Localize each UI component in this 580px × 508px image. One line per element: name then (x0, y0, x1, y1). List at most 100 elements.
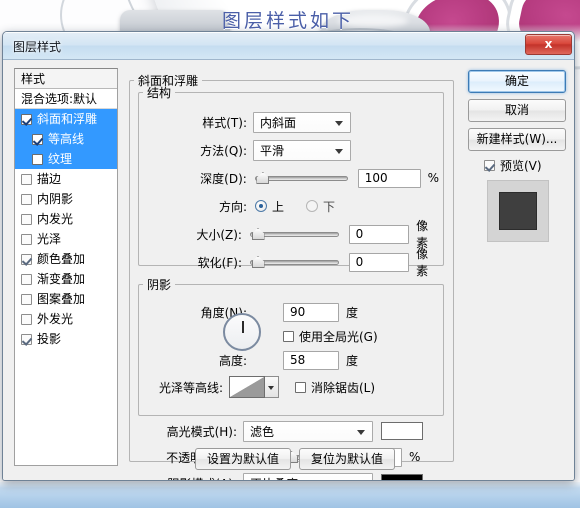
style-select[interactable]: 内斜面 (253, 111, 351, 133)
sidebar-item-label: 图案叠加 (37, 292, 86, 306)
checkbox-anti-alias-icon (295, 381, 306, 393)
desktop-bottom-strip (0, 482, 580, 508)
checkbox-effect-0-icon[interactable] (21, 113, 32, 125)
checkbox-effect-8-icon[interactable] (21, 273, 32, 285)
sidebar-item-8[interactable]: 渐变叠加 (15, 269, 117, 289)
checkbox-effect-9-icon[interactable] (21, 293, 32, 305)
dialog-title: 图层样式 (13, 40, 62, 54)
checkbox-effect-7-icon[interactable] (21, 253, 32, 265)
sidebar-item-label: 内阴影 (37, 192, 74, 206)
sidebar-item-label: 投影 (37, 332, 62, 346)
sidebar-item-6[interactable]: 光泽 (15, 229, 117, 249)
contour-dropdown-arrow-icon[interactable] (265, 376, 279, 398)
technique-select-value: 平滑 (260, 143, 285, 158)
dialog-titlebar[interactable]: 图层样式 x (3, 32, 574, 60)
checkbox-effect-10-icon[interactable] (21, 313, 32, 325)
checkbox-effect-5-icon[interactable] (21, 213, 32, 225)
set-default-button[interactable]: 设置为默认值 (195, 448, 291, 470)
sidebar-item-9[interactable]: 图案叠加 (15, 289, 117, 309)
checkbox-global-light-icon (283, 330, 294, 342)
contour-swatch[interactable] (229, 376, 265, 398)
angle-unit: 度 (346, 305, 359, 320)
highlight-mode-value: 滤色 (250, 424, 275, 439)
technique-label: 方法(Q): (200, 143, 247, 158)
desktop-caption: 图层样式如下 (222, 10, 355, 32)
checkbox-effect-6-icon[interactable] (21, 233, 32, 245)
size-slider-thumb[interactable] (251, 228, 265, 240)
sidebar-item-10[interactable]: 外发光 (15, 309, 117, 329)
sidebar-item-1[interactable]: 等高线 (15, 129, 117, 149)
sidebar-item-blending-options[interactable]: 混合选项:默认 (15, 89, 117, 109)
anti-alias-checkbox[interactable]: 消除锯齿(L) (295, 379, 375, 396)
preview-thumbnail (487, 180, 549, 242)
direction-down-label: 下 (323, 199, 336, 214)
highlight-color-swatch[interactable] (381, 422, 423, 440)
soften-slider-thumb[interactable] (251, 256, 265, 268)
use-global-light-checkbox[interactable]: 使用全局光(G) (283, 328, 378, 345)
depth-slider-thumb[interactable] (256, 172, 270, 184)
sidebar-item-label: 纹理 (48, 152, 73, 166)
structure-group: 结构 样式(T): 内斜面 方法(Q): 平滑 深度(D): 100 % 方向:… (138, 84, 444, 278)
sidebar-item-11[interactable]: 投影 (15, 329, 117, 349)
close-icon[interactable]: x (525, 34, 572, 55)
new-style-button[interactable]: 新建样式(W)... (468, 128, 566, 151)
direction-down-radio[interactable]: 下 (306, 198, 335, 215)
sidebar-item-label: 描边 (37, 172, 62, 186)
sidebar-item-3[interactable]: 描边 (15, 169, 117, 189)
size-slider[interactable] (249, 226, 339, 242)
shadow-mode-select[interactable]: 正片叠底 (243, 472, 373, 480)
checkbox-effect-2-icon[interactable] (32, 153, 43, 165)
checkbox-effect-4-icon[interactable] (21, 193, 32, 205)
highlight-mode-label: 高光模式(H): (166, 424, 237, 439)
altitude-label: 高度: (218, 353, 247, 368)
styles-panel-header: 样式 (15, 69, 117, 89)
highlight-mode-select[interactable]: 滤色 (243, 420, 373, 442)
chevron-down-icon (335, 120, 343, 126)
highlight-opacity-unit: % (409, 450, 421, 464)
sidebar-item-7[interactable]: 颜色叠加 (15, 249, 117, 269)
sidebar-item-label: 渐变叠加 (37, 272, 86, 286)
technique-select[interactable]: 平滑 (253, 139, 351, 161)
checkbox-effect-3-icon[interactable] (21, 173, 32, 185)
styles-panel: 样式 混合选项:默认 斜面和浮雕 等高线纹理描边内阴影内发光光泽 颜色叠加渐变叠加图… (14, 68, 118, 466)
gloss-contour-label: 光泽等高线: (158, 380, 223, 395)
chevron-down-icon (357, 429, 365, 435)
depth-input[interactable]: 100 (357, 168, 421, 188)
preview-checkbox[interactable]: 预览(V) (484, 157, 568, 174)
soften-input[interactable]: 0 (348, 252, 410, 272)
reset-default-button[interactable]: 复位为默认值 (299, 448, 395, 470)
direction-up-radio[interactable]: 上 (255, 198, 284, 215)
sidebar-item-5[interactable]: 内发光 (15, 209, 117, 229)
dialog-action-buttons: 确定 取消 新建样式(W)... 预览(V) (468, 70, 568, 242)
sidebar-item-label: 内发光 (37, 212, 74, 226)
gloss-contour-picker[interactable] (229, 376, 279, 398)
checkbox-effect-1-icon[interactable] (32, 133, 43, 145)
cancel-button[interactable]: 取消 (468, 99, 566, 122)
sidebar-item-2[interactable]: 纹理 (15, 149, 117, 169)
depth-unit: % (427, 171, 439, 185)
sidebar-item-label: 外发光 (37, 312, 74, 326)
checkbox-effect-11-icon[interactable] (21, 333, 32, 345)
depth-slider[interactable] (254, 170, 348, 186)
structure-legend: 结构 (147, 86, 172, 100)
preview-label: 预览(V) (500, 159, 542, 173)
sidebar-item-4[interactable]: 内阴影 (15, 189, 117, 209)
shadow-color-swatch[interactable] (381, 474, 423, 480)
style-select-value: 内斜面 (260, 115, 297, 130)
chevron-down-icon (335, 148, 343, 154)
size-label: 大小(Z): (196, 227, 242, 242)
ok-button[interactable]: 确定 (468, 70, 566, 93)
angle-input[interactable]: 90 (283, 302, 339, 322)
soften-unit: 像素 (416, 247, 429, 278)
shading-legend: 阴影 (147, 278, 172, 292)
shading-group: 阴影 角度(N): 90 度 使用全局光(G) 高度: 58 度 光泽等高线: … (138, 276, 444, 416)
soften-slider[interactable] (249, 254, 339, 270)
anti-alias-label: 消除锯齿(L) (311, 380, 376, 395)
use-global-light-label: 使用全局光(G) (299, 329, 378, 344)
size-input[interactable]: 0 (348, 224, 410, 244)
radio-up-icon (255, 200, 267, 212)
shadow-mode-label: 阴影模式(A): (138, 475, 237, 481)
altitude-unit: 度 (346, 353, 359, 368)
altitude-input[interactable]: 58 (283, 350, 339, 370)
sidebar-item-0[interactable]: 斜面和浮雕 (15, 109, 117, 129)
